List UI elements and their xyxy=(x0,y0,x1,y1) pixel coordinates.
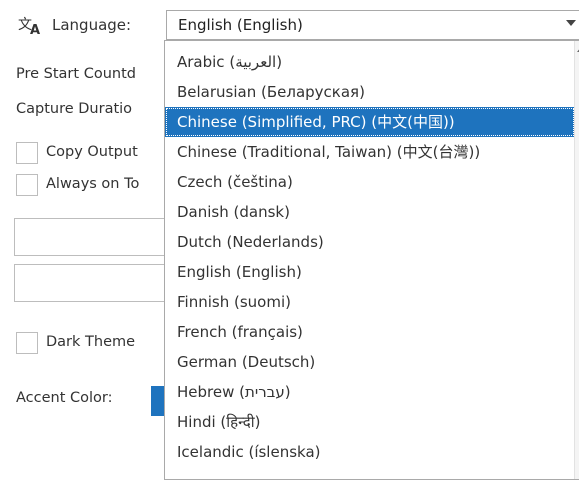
language-label: Language: xyxy=(52,16,132,34)
language-option[interactable]: French (français) xyxy=(165,317,575,347)
language-option[interactable]: German (Deutsch) xyxy=(165,347,575,377)
always-on-top-checkbox[interactable] xyxy=(16,174,38,196)
language-option[interactable]: Czech (čeština) xyxy=(165,167,575,197)
dropdown-scrollbar[interactable] xyxy=(574,41,579,479)
language-option[interactable]: Danish (dansk) xyxy=(165,197,575,227)
language-dropdown-list[interactable]: Arabic (العربية) Belarusian (Беларуская) C… xyxy=(164,40,579,480)
chevron-down-icon[interactable] xyxy=(566,20,576,26)
language-option[interactable]: Dutch (Nederlands) xyxy=(165,227,575,257)
always-on-top-label: Always on To xyxy=(46,176,140,192)
dark-theme-label: Dark Theme xyxy=(46,334,136,350)
language-select-value: English (English) xyxy=(178,16,303,34)
svg-text:A: A xyxy=(30,23,40,36)
language-option[interactable]: Arabic (العربية) xyxy=(165,47,575,77)
language-option[interactable]: Hindi (हिन्दी) xyxy=(165,407,575,437)
translate-icon: 文 A xyxy=(18,14,44,38)
language-option[interactable]: Chinese (Simplified, PRC) (中文(中国)) xyxy=(165,107,575,137)
pre-start-countdown-label: Pre Start Countd xyxy=(16,66,136,82)
language-option[interactable]: Icelandic (íslenska) xyxy=(165,437,575,467)
language-option[interactable]: Belarusian (Беларуская) xyxy=(165,77,575,107)
copy-output-checkbox[interactable] xyxy=(16,142,38,164)
language-option[interactable]: Chinese (Traditional, Taiwan) (中文(台灣)) xyxy=(165,137,575,167)
language-option[interactable]: Hebrew (עברית) xyxy=(165,377,575,407)
copy-output-label: Copy Output xyxy=(46,144,138,160)
text-field-1[interactable] xyxy=(14,218,174,256)
language-option[interactable]: Finnish (suomi) xyxy=(165,287,575,317)
language-options: Arabic (العربية) Belarusian (Беларуская) C… xyxy=(165,47,575,467)
language-option[interactable]: English (English) xyxy=(165,257,575,287)
accent-color-label: Accent Color: xyxy=(16,390,113,406)
text-field-2[interactable] xyxy=(14,264,174,302)
dark-theme-checkbox[interactable] xyxy=(16,332,38,354)
capture-duration-label: Capture Duratio xyxy=(16,101,133,117)
